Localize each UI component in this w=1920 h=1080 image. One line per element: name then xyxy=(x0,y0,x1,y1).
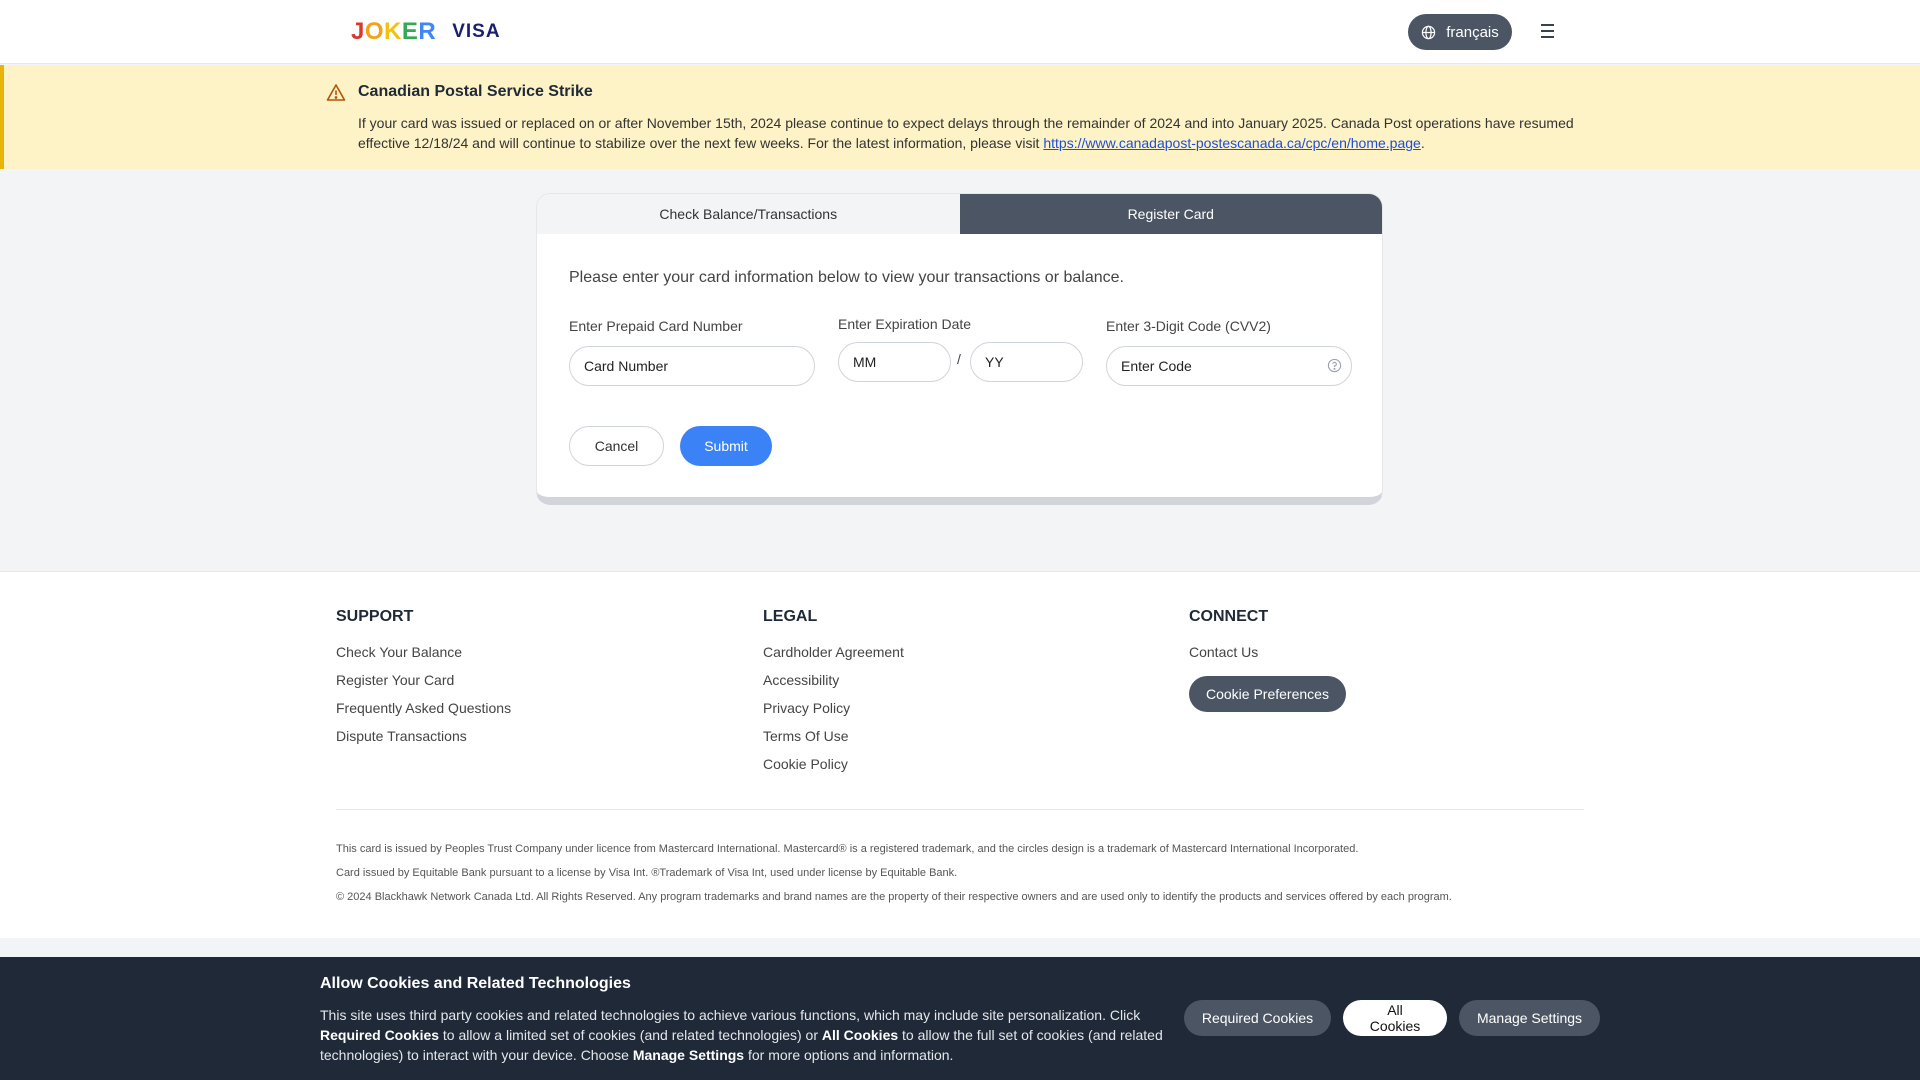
footer-connect: CONNECT Contact Us Cookie Preferences xyxy=(1189,608,1346,712)
globe-icon xyxy=(1422,25,1436,39)
footer-link-cardholder-agreement[interactable]: Cardholder Agreement xyxy=(763,644,904,661)
canada-post-link[interactable]: https://www.canadapost-postescanada.ca/c… xyxy=(1043,135,1420,151)
tab-check-balance[interactable]: Check Balance/Transactions xyxy=(537,194,960,234)
footer-link-dispute[interactable]: Dispute Transactions xyxy=(336,728,511,745)
footer-link-faq[interactable]: Frequently Asked Questions xyxy=(336,700,511,717)
manage-settings-button[interactable]: Manage Settings xyxy=(1459,1000,1600,1036)
footer-link-check-balance[interactable]: Check Your Balance xyxy=(336,644,511,661)
cookie-preferences-button[interactable]: Cookie Preferences xyxy=(1189,676,1346,712)
expiration-label: Enter Expiration Date xyxy=(838,316,972,332)
language-label: français xyxy=(1446,23,1499,41)
tab-register-card[interactable]: Register Card xyxy=(959,194,1382,234)
cvv-input[interactable] xyxy=(1106,346,1352,386)
joker-logo: JOKER xyxy=(351,18,437,45)
form-tabs: Check Balance/Transactions Register Card xyxy=(537,194,1382,234)
cookie-banner: Allow Cookies and Related Technologies T… xyxy=(0,957,1920,1080)
footer-link-contact[interactable]: Contact Us xyxy=(1189,644,1346,661)
card-number-input[interactable] xyxy=(569,346,815,386)
card-number-label: Enter Prepaid Card Number xyxy=(569,318,743,334)
footer-link-register-card[interactable]: Register Your Card xyxy=(336,672,511,689)
expiration-year-input[interactable] xyxy=(970,342,1083,382)
language-button[interactable]: français xyxy=(1408,14,1512,50)
footer-legal: LEGAL Cardholder Agreement Accessibility… xyxy=(763,608,904,784)
submit-button[interactable]: Submit xyxy=(680,426,772,466)
footer-divider xyxy=(336,809,1584,810)
form-intro: Please enter your card information below… xyxy=(569,269,1124,286)
legal-line-mastercard: This card is issued by Peoples Trust Com… xyxy=(336,843,1359,855)
legal-heading: LEGAL xyxy=(763,608,818,625)
cookie-banner-title: Allow Cookies and Related Technologies xyxy=(320,975,631,992)
card-form-panel: Check Balance/Transactions Register Card… xyxy=(536,193,1383,505)
expiration-month-input[interactable] xyxy=(838,342,951,382)
alert-body: If your card was issued or replaced on o… xyxy=(358,115,1574,151)
site-footer: SUPPORT Check Your Balance Register Your… xyxy=(0,571,1920,938)
all-cookies-button[interactable]: All Cookies xyxy=(1343,1000,1447,1036)
help-circle-icon[interactable] xyxy=(1327,358,1342,373)
legal-line-visa: Card issued by Equitable Bank pursuant t… xyxy=(336,867,958,879)
brand-logo[interactable]: JOKER VISA xyxy=(351,18,501,46)
menu-icon[interactable] xyxy=(1534,20,1560,44)
support-heading: SUPPORT xyxy=(336,608,414,625)
cvv-label: Enter 3-Digit Code (CVV2) xyxy=(1106,318,1271,334)
legal-line-copyright: © 2024 Blackhawk Network Canada Ltd. All… xyxy=(336,891,1452,903)
warning-icon xyxy=(326,84,346,101)
postal-strike-alert: Canadian Postal Service Strike If your c… xyxy=(0,65,1920,169)
alert-title: Canadian Postal Service Strike xyxy=(358,83,593,100)
footer-link-cookie-policy[interactable]: Cookie Policy xyxy=(763,756,904,773)
footer-link-terms[interactable]: Terms Of Use xyxy=(763,728,904,745)
footer-link-accessibility[interactable]: Accessibility xyxy=(763,672,904,689)
footer-link-privacy[interactable]: Privacy Policy xyxy=(763,700,904,717)
connect-heading: CONNECT xyxy=(1189,608,1269,625)
required-cookies-button[interactable]: Required Cookies xyxy=(1184,1000,1331,1036)
site-header: JOKER VISA français xyxy=(0,0,1920,64)
cancel-button[interactable]: Cancel xyxy=(569,426,664,466)
cookie-banner-text: This site uses third party cookies and r… xyxy=(320,1007,1163,1063)
footer-support: SUPPORT Check Your Balance Register Your… xyxy=(336,608,511,756)
date-separator: / xyxy=(957,351,961,367)
visa-logo: VISA xyxy=(452,21,501,42)
